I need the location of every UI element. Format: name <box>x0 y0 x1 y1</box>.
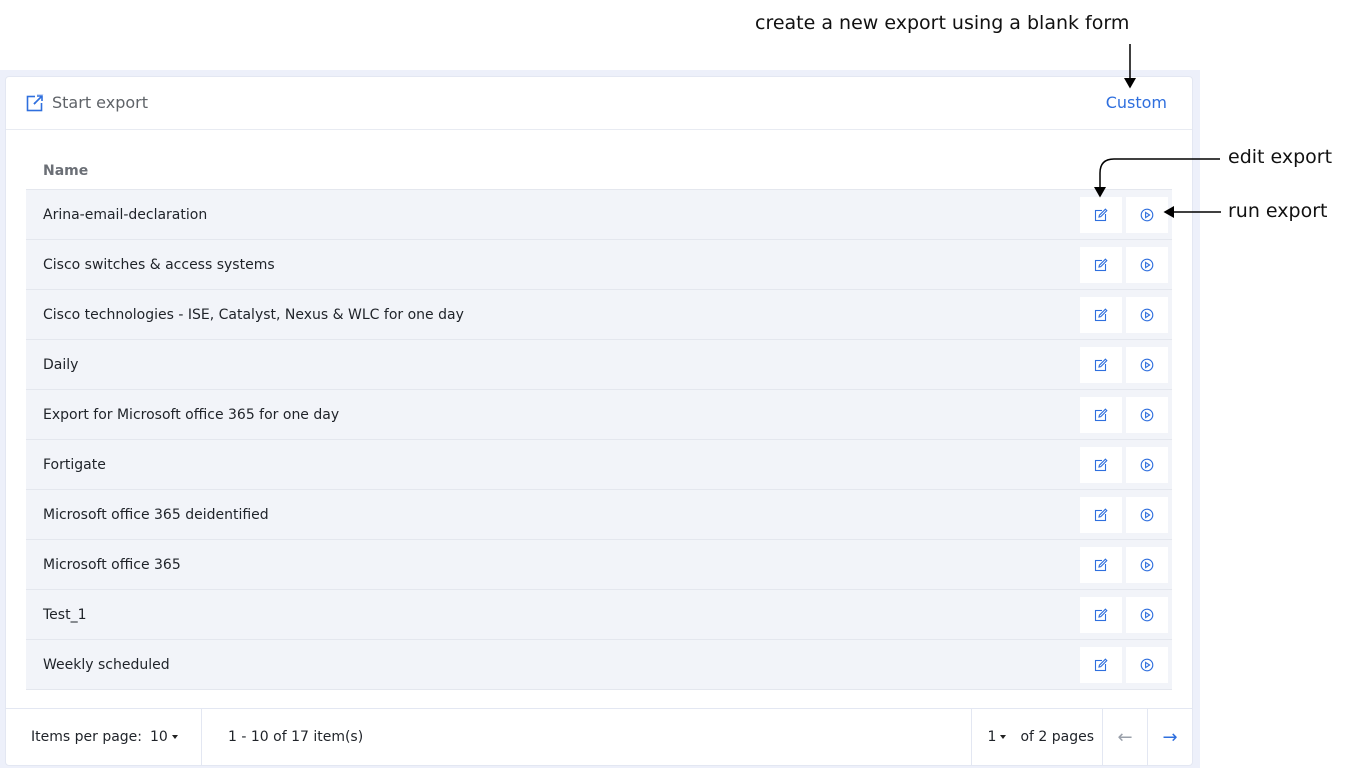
edit-icon <box>1094 257 1108 272</box>
export-card: Start export Custom Name Arina-email-dec… <box>5 76 1193 766</box>
custom-button[interactable]: Custom <box>1106 93 1167 112</box>
start-export-label: Start export <box>52 93 148 112</box>
row-name: Arina-email-declaration <box>43 206 208 223</box>
edit-icon <box>1094 507 1108 522</box>
edit-icon <box>1094 407 1108 422</box>
exports-table: Name Arina-email-declaration Cisco switch… <box>26 153 1172 690</box>
edit-export-button[interactable] <box>1080 296 1122 333</box>
row-name: Cisco technologies - ISE, Catalyst, Nexu… <box>43 306 464 323</box>
table-row: Daily <box>26 340 1172 390</box>
row-name: Daily <box>43 356 79 373</box>
run-export-button[interactable] <box>1126 196 1168 233</box>
edit-export-button[interactable] <box>1080 646 1122 683</box>
run-export-button[interactable] <box>1126 446 1168 483</box>
next-page-button[interactable]: → <box>1147 709 1192 765</box>
row-name: Fortigate <box>43 456 106 473</box>
card-header: Start export Custom <box>6 77 1192 130</box>
annotation-run: run export <box>1228 200 1328 222</box>
caret-down-icon <box>171 735 178 739</box>
table-row: Cisco technologies - ISE, Catalyst, Nexu… <box>26 290 1172 340</box>
edit-export-button[interactable] <box>1080 446 1122 483</box>
play-circle-icon <box>1140 558 1154 572</box>
run-export-button[interactable] <box>1126 646 1168 683</box>
page-total: of 2 pages <box>1020 729 1094 745</box>
pagination-bar: Items per page: 10 1 - 10 of 17 item(s) … <box>6 708 1192 765</box>
row-name: Weekly scheduled <box>43 656 170 673</box>
edit-icon <box>1094 307 1108 322</box>
arrow-right-icon: → <box>1162 726 1178 748</box>
page-select[interactable]: 1 <box>988 729 1007 745</box>
items-per-page-select[interactable]: 10 <box>150 729 178 745</box>
items-per-page: Items per page: 10 <box>6 709 202 765</box>
edit-icon <box>1094 657 1108 672</box>
run-export-button[interactable] <box>1126 346 1168 383</box>
play-circle-icon <box>1140 658 1154 672</box>
edit-icon <box>1094 557 1108 572</box>
run-export-button[interactable] <box>1126 396 1168 433</box>
edit-icon <box>1094 607 1108 622</box>
edit-export-button[interactable] <box>1080 396 1122 433</box>
table-row: Weekly scheduled <box>26 640 1172 690</box>
table-row: Fortigate <box>26 440 1172 490</box>
table-row: Microsoft office 365 <box>26 540 1172 590</box>
run-export-button[interactable] <box>1126 496 1168 533</box>
row-name: Test_1 <box>43 606 87 623</box>
play-circle-icon <box>1140 358 1154 372</box>
play-circle-icon <box>1140 608 1154 622</box>
edit-export-button[interactable] <box>1080 246 1122 283</box>
play-circle-icon <box>1140 508 1154 522</box>
play-circle-icon <box>1140 458 1154 472</box>
table-row: Export for Microsoft office 365 for one … <box>26 390 1172 440</box>
row-name: Export for Microsoft office 365 for one … <box>43 406 340 423</box>
row-name: Cisco switches & access systems <box>43 256 275 273</box>
prev-page-button[interactable]: ← <box>1102 709 1147 765</box>
page-selector: 1 of 2 pages <box>970 709 1102 765</box>
edit-export-button[interactable] <box>1080 346 1122 383</box>
row-name: Microsoft office 365 <box>43 556 181 573</box>
start-export-button[interactable]: Start export <box>26 93 148 112</box>
table-row: Test_1 <box>26 590 1172 640</box>
edit-export-button[interactable] <box>1080 496 1122 533</box>
annotation-custom: create a new export using a blank form <box>755 12 1130 34</box>
edit-icon <box>1094 457 1108 472</box>
row-name: Microsoft office 365 deidentified <box>43 506 269 523</box>
play-circle-icon <box>1140 308 1154 322</box>
edit-icon <box>1094 207 1108 222</box>
table-row: Arina-email-declaration <box>26 190 1172 240</box>
play-circle-icon <box>1140 258 1154 272</box>
edit-export-button[interactable] <box>1080 196 1122 233</box>
table-row: Microsoft office 365 deidentified <box>26 490 1172 540</box>
edit-export-button[interactable] <box>1080 546 1122 583</box>
edit-icon <box>1094 357 1108 372</box>
item-count: 1 - 10 of 17 item(s) <box>228 729 364 745</box>
caret-down-icon <box>1000 735 1007 739</box>
run-export-button[interactable] <box>1126 546 1168 583</box>
edit-export-button[interactable] <box>1080 596 1122 633</box>
column-header-name: Name <box>26 153 1172 190</box>
play-circle-icon <box>1140 408 1154 422</box>
annotation-edit: edit export <box>1228 146 1333 168</box>
run-export-button[interactable] <box>1126 596 1168 633</box>
items-per-page-label: Items per page: <box>31 729 143 745</box>
external-link-icon <box>26 94 44 112</box>
run-export-button[interactable] <box>1126 246 1168 283</box>
arrow-left-icon: ← <box>1117 726 1133 748</box>
play-circle-icon <box>1140 208 1154 222</box>
run-export-button[interactable] <box>1126 296 1168 333</box>
table-row: Cisco switches & access systems <box>26 240 1172 290</box>
